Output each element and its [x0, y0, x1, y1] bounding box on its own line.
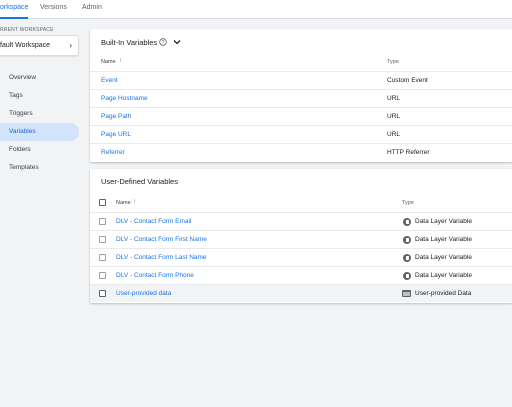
variable-name-link[interactable]: Referrer [101, 149, 125, 156]
chevron-right-icon: › [69, 41, 72, 50]
workspace-selector[interactable]: fault Workspace › [0, 35, 79, 56]
sidebar-item-label: Triggers [9, 110, 33, 117]
variable-name-link[interactable]: DLV - Contact Form Last Name [116, 254, 207, 261]
variable-name-link[interactable]: Page Hostname [101, 95, 148, 102]
data-layer-variable-icon [403, 236, 411, 244]
svg-text:?: ? [162, 40, 165, 46]
table-row[interactable]: Page URL URL [90, 125, 512, 143]
sidebar-item-variables[interactable]: Variables [0, 123, 79, 141]
variable-type: Custom Event [387, 77, 428, 84]
row-checkbox[interactable] [99, 272, 106, 279]
active-tab-indicator [0, 17, 28, 19]
sidebar-item-label: Folders [9, 146, 31, 153]
builtin-variables-title: Built-In Variables [101, 38, 158, 47]
variable-type: Data Layer Variable [415, 236, 472, 243]
sidebar-item-triggers[interactable]: Triggers [0, 105, 79, 123]
variable-name-link[interactable]: DLV - Contact Form First Name [116, 236, 207, 243]
data-layer-variable-icon [403, 272, 411, 280]
sidebar-item-templates[interactable]: Templates [0, 159, 79, 177]
table-row[interactable]: Page Path URL [90, 107, 512, 125]
sort-arrow-up-icon[interactable]: ↑ [133, 199, 136, 205]
tab-workspace[interactable]: orkspace [0, 4, 28, 11]
table-row[interactable]: Event Custom Event [90, 71, 512, 89]
row-checkbox[interactable] [99, 290, 106, 297]
builtin-variables-card: Built-In Variables ? Name ↑ Type Event C… [90, 29, 512, 162]
select-all-checkbox[interactable] [99, 199, 106, 206]
variable-name-link[interactable]: DLV - Contact Form Phone [116, 272, 194, 279]
variable-name-link[interactable]: Page Path [101, 113, 131, 120]
workspace-name: fault Workspace [0, 42, 51, 49]
folder-icon [402, 290, 411, 297]
table-row[interactable]: DLV - Contact Form First Name Data Layer… [90, 230, 512, 248]
row-checkbox[interactable] [99, 218, 106, 225]
user-defined-variables-title: User-Defined Variables [101, 177, 178, 186]
variable-name-link[interactable]: DLV - Contact Form Email [116, 218, 191, 225]
user-defined-variables-card: User-Defined Variables Name ↑ Type DLV -… [90, 169, 512, 303]
data-layer-variable-icon [403, 218, 411, 226]
sidebar-item-label: Tags [9, 92, 23, 99]
table-row[interactable]: Referrer HTTP Referrer [90, 143, 512, 161]
variable-type: Data Layer Variable [415, 254, 472, 261]
row-checkbox[interactable] [99, 236, 106, 243]
current-workspace-label: RRENT WORKSPACE [0, 27, 54, 33]
table-row[interactable]: Page Hostname URL [90, 89, 512, 107]
sidebar-item-label: Variables [9, 128, 36, 135]
variable-type: Data Layer Variable [415, 272, 472, 279]
variable-type: User-provided Data [415, 290, 472, 297]
column-header-name[interactable]: Name [116, 200, 131, 206]
variable-type: Data Layer Variable [415, 218, 472, 225]
sidebar-item-overview[interactable]: Overview [0, 69, 79, 87]
sort-arrow-up-icon[interactable]: ↑ [119, 58, 122, 64]
tab-admin[interactable]: Admin [82, 4, 102, 11]
table-row[interactable]: DLV - Contact Form Phone Data Layer Vari… [90, 266, 512, 284]
variable-name-link[interactable]: Page URL [101, 131, 131, 138]
variable-type: HTTP Referrer [387, 149, 430, 156]
sidebar-item-folders[interactable]: Folders [0, 141, 79, 159]
help-circle-icon[interactable]: ? [159, 38, 167, 46]
tab-versions[interactable]: Versions [40, 4, 67, 11]
variable-name-link[interactable]: Event [101, 77, 118, 84]
sidebar-item-tags[interactable]: Tags [0, 87, 79, 105]
table-row[interactable]: DLV - Contact Form Last Name Data Layer … [90, 248, 512, 266]
table-row[interactable]: User-provided data User-provided Data [90, 284, 512, 302]
row-checkbox[interactable] [99, 254, 106, 261]
sidebar-item-label: Templates [9, 164, 39, 171]
variable-type: URL [387, 113, 401, 120]
chevron-down-icon[interactable] [172, 37, 182, 47]
data-layer-variable-icon [403, 254, 411, 262]
column-header-type: Type [387, 59, 399, 65]
variable-type: URL [387, 131, 401, 138]
column-header-name[interactable]: Name [101, 59, 116, 65]
variable-type: URL [387, 95, 401, 102]
variable-name-link[interactable]: User-provided data [116, 290, 171, 297]
top-tab-bar: orkspace Versions Admin [0, 0, 512, 19]
column-header-type: Type [402, 200, 414, 206]
sidebar-item-label: Overview [9, 74, 37, 81]
table-row[interactable]: DLV - Contact Form Email Data Layer Vari… [90, 212, 512, 230]
